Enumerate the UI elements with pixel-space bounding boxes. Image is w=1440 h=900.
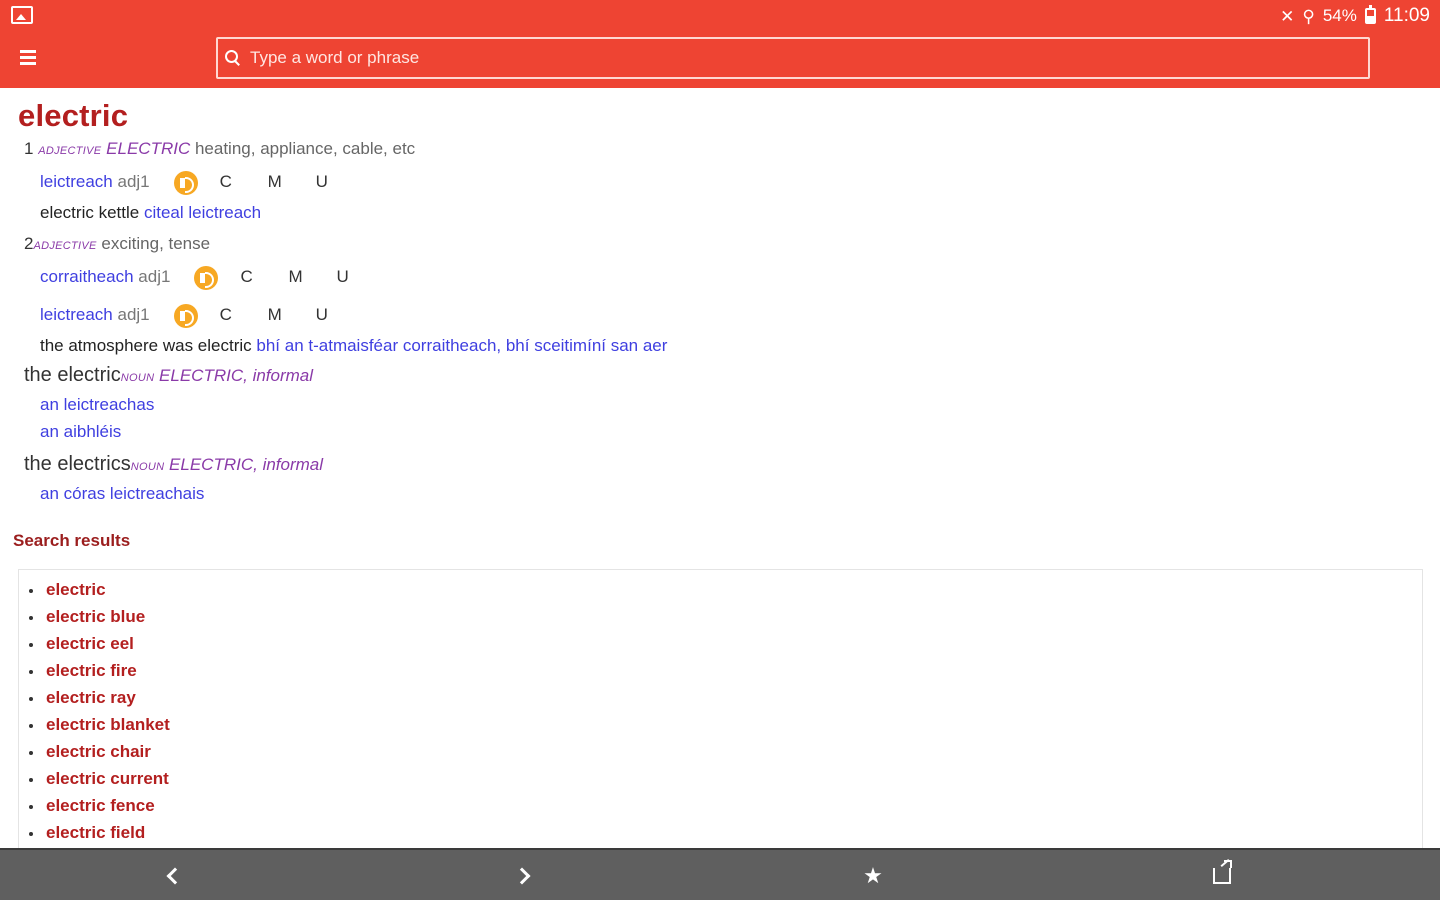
- favorite-button[interactable]: ★: [855, 858, 891, 894]
- status-bar: ✕ ⚲ 54% 11:09: [0, 0, 1440, 32]
- menu-button[interactable]: [20, 46, 42, 68]
- dialect-munster-button[interactable]: M: [268, 170, 316, 194]
- audio-play-icon[interactable]: [194, 265, 219, 290]
- search-result-item[interactable]: electric fire: [27, 661, 170, 688]
- part-of-speech: noun: [120, 372, 155, 384]
- app-bar: ✕ ⚲ 54% 11:09: [0, 0, 1440, 88]
- search-icon: [224, 49, 242, 67]
- search-result-item[interactable]: electric: [27, 580, 170, 607]
- clock: 11:09: [1383, 5, 1430, 26]
- audio-play-icon[interactable]: [173, 303, 198, 328]
- part-of-speech: noun: [130, 461, 165, 473]
- star-icon: ★: [863, 863, 883, 888]
- phrase-text: the electric: [24, 364, 121, 386]
- entry-headword: electric: [18, 98, 129, 133]
- part-of-speech: adjective: [33, 240, 97, 252]
- search-result-item[interactable]: electric field: [27, 823, 170, 848]
- search-result-item[interactable]: electric chair: [27, 742, 170, 769]
- status-icons: ✕ ⚲ 54% 11:09: [1280, 4, 1430, 28]
- sense-indicator: ELECTRIC, informal: [169, 455, 324, 474]
- battery-icon: [1364, 5, 1376, 24]
- example-english: electric kettle: [40, 203, 140, 222]
- search-box[interactable]: [216, 37, 1370, 79]
- mute-icon: ✕: [1280, 6, 1295, 26]
- sense-indicator: ELECTRIC, informal: [159, 366, 314, 385]
- sense-1-header: 1 adjective ELECTRIC heating, appliance,…: [24, 139, 415, 159]
- hamburger-icon: [20, 49, 36, 53]
- share-icon: [1213, 860, 1232, 884]
- translation-row: corraitheach adj1 C M U: [40, 265, 384, 290]
- dialect-connacht-button[interactable]: C: [220, 170, 268, 194]
- example-row: electric kettle citeal leictreach: [40, 203, 261, 223]
- back-button[interactable]: [154, 858, 190, 894]
- phrase-header: the electricnoun ELECTRIC, informal: [24, 364, 313, 387]
- dialect-connacht-button[interactable]: C: [240, 265, 288, 289]
- phrase-translation: an leictreachas: [40, 395, 154, 415]
- phrase-text: the electrics: [24, 453, 131, 475]
- search-result-item[interactable]: electric blue: [27, 607, 170, 634]
- back-icon: [166, 867, 183, 885]
- phrase-translation: an córas leictreachais: [40, 484, 204, 504]
- dialect-munster-button[interactable]: M: [288, 265, 336, 289]
- search-result-item[interactable]: electric ray: [27, 688, 170, 715]
- sense-gloss: heating, appliance, cable, etc: [194, 139, 416, 158]
- phrase-translation: an aibhléis: [40, 422, 121, 442]
- search-input[interactable]: [248, 40, 1368, 76]
- dialect-ulster-button[interactable]: U: [316, 303, 364, 327]
- dialect-munster-button[interactable]: M: [268, 303, 316, 327]
- translation-pos: adj1: [117, 172, 150, 191]
- translation-pos: adj1: [117, 305, 150, 324]
- audio-play-icon[interactable]: [173, 170, 198, 195]
- example-row: the atmosphere was electric bhí an t-atm…: [40, 336, 667, 356]
- gallery-icon: [11, 6, 33, 24]
- sense-indicator: ELECTRIC: [106, 139, 191, 158]
- search-results-panel: electric electric blue electric eel elec…: [18, 569, 1423, 848]
- phrase-translation-link[interactable]: an córas leictreachais: [40, 484, 204, 503]
- dictionary-content: electric 1 adjective ELECTRIC heating, a…: [0, 88, 1440, 848]
- example-irish[interactable]: citeal leictreach: [144, 203, 261, 222]
- translation-row: leictreach adj1 C M U: [40, 303, 364, 328]
- translation-row: leictreach adj1 C M U: [40, 170, 364, 195]
- translation-word[interactable]: leictreach: [40, 305, 113, 324]
- forward-icon: [513, 867, 530, 885]
- example-irish[interactable]: bhí an t-atmaisféar corraitheach, bhí sc…: [256, 336, 667, 355]
- share-button[interactable]: [1204, 858, 1240, 894]
- wifi-icon: ⚲: [1302, 6, 1315, 26]
- translation-word[interactable]: leictreach: [40, 172, 113, 191]
- phrase-translation-link[interactable]: an aibhléis: [40, 422, 121, 441]
- search-results-heading: Search results: [13, 531, 131, 550]
- dialect-connacht-button[interactable]: C: [220, 303, 268, 327]
- sense-gloss: exciting, tense: [101, 234, 211, 253]
- translation-word[interactable]: corraitheach: [40, 267, 134, 286]
- search-result-item[interactable]: electric fence: [27, 796, 170, 823]
- search-result-item[interactable]: electric eel: [27, 634, 170, 661]
- sense-number: 1: [24, 139, 34, 158]
- search-result-item[interactable]: electric current: [27, 769, 170, 796]
- translation-pos: adj1: [138, 267, 171, 286]
- phrase-translation-link[interactable]: an leictreachas: [40, 395, 154, 414]
- battery-percent: 54%: [1322, 6, 1357, 25]
- part-of-speech: adjective: [38, 145, 102, 157]
- forward-button[interactable]: [506, 858, 542, 894]
- dialect-ulster-button[interactable]: U: [336, 265, 384, 289]
- search-results-list: electric electric blue electric eel elec…: [27, 580, 170, 848]
- example-english: the atmosphere was electric: [40, 336, 252, 355]
- search-result-item[interactable]: electric blanket: [27, 715, 170, 742]
- dialect-ulster-button[interactable]: U: [316, 170, 364, 194]
- phrase-header: the electricsnoun ELECTRIC, informal: [24, 453, 323, 476]
- bottom-navigation-bar: ★: [0, 848, 1440, 900]
- sense-2-header: 2adjective exciting, tense: [24, 234, 210, 254]
